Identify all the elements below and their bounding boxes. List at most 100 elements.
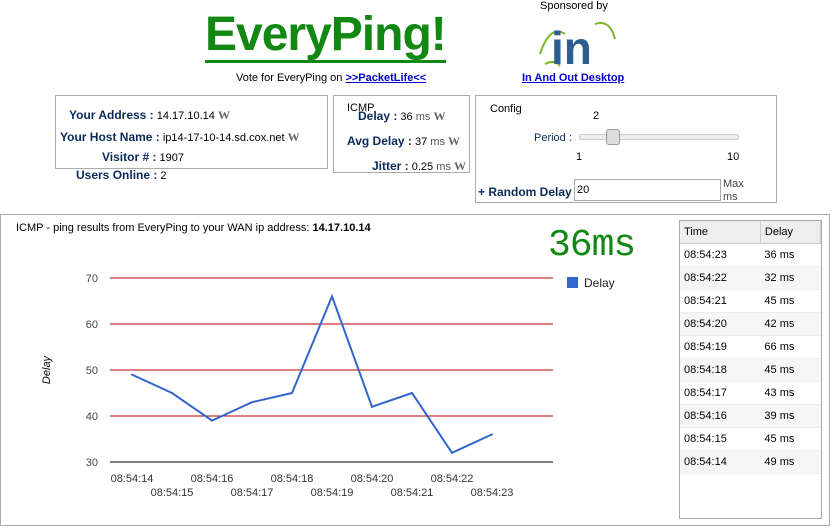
x-tick-label: 08:54:17 bbox=[231, 487, 274, 499]
delay-cell: 45 ms bbox=[760, 358, 821, 382]
host-label: Your Host Name : bbox=[60, 130, 160, 144]
period-value: 2 bbox=[593, 110, 600, 122]
sponsored-by: Sponsored by bbox=[540, 0, 608, 12]
wikipedia-icon[interactable]: W bbox=[448, 134, 460, 148]
table-row: 08:54:23 36 ms bbox=[680, 243, 821, 267]
users-online-value: 2 bbox=[160, 170, 167, 182]
delay-cell: 42 ms bbox=[760, 312, 821, 336]
random-delay-unit: Max ms bbox=[723, 178, 744, 203]
visitor-label: Visitor # : bbox=[102, 150, 157, 164]
vote-label: Vote for EveryPing on bbox=[236, 72, 346, 84]
data-point bbox=[251, 401, 253, 404]
random-delay-label: + Random Delay : bbox=[478, 185, 580, 199]
col-delay: Delay bbox=[760, 221, 822, 244]
icmp-panel: ICMP Delay : 36 ms W Avg Delay : 37 ms W… bbox=[333, 95, 470, 173]
time-cell: 08:54:16 bbox=[680, 404, 761, 428]
period-slider-thumb[interactable] bbox=[605, 129, 620, 145]
jitter-label: Jitter : bbox=[372, 159, 409, 173]
period-slider[interactable] bbox=[579, 129, 739, 145]
avg-delay-value: 37 bbox=[414, 136, 428, 148]
x-tick-label: 08:54:19 bbox=[311, 487, 354, 499]
delay-cell: 49 ms bbox=[760, 450, 821, 474]
sponsor-logo-text: in bbox=[551, 22, 592, 70]
table-row: 08:54:21 45 ms bbox=[680, 289, 821, 313]
data-point bbox=[211, 419, 213, 422]
results-table: Time Delay 08:54:23 36 ms 08:54:22 32 ms 08:5… bbox=[679, 220, 822, 519]
packetlife-link[interactable]: >>PacketLife<< bbox=[345, 72, 426, 84]
sponsor-link[interactable]: In And Out Desktop bbox=[522, 72, 624, 84]
host-value: ip14-17-10-14.sd.cox.net bbox=[162, 132, 285, 144]
data-point bbox=[451, 451, 453, 454]
delay-cell: 66 ms bbox=[760, 335, 821, 359]
x-tick-label: 08:54:18 bbox=[271, 473, 314, 485]
y-tick-label: 40 bbox=[86, 411, 98, 423]
time-cell: 08:54:20 bbox=[680, 312, 761, 336]
x-tick-label: 08:54:16 bbox=[191, 473, 234, 485]
users-online-label: Users Online : bbox=[76, 168, 158, 182]
wikipedia-icon[interactable]: W bbox=[288, 130, 300, 144]
legend-swatch bbox=[567, 277, 578, 288]
data-point bbox=[131, 373, 133, 376]
x-tick-label: 08:54:22 bbox=[431, 473, 474, 485]
data-point bbox=[331, 295, 333, 298]
x-tick-label: 08:54:20 bbox=[351, 473, 394, 485]
wikipedia-icon[interactable]: W bbox=[218, 108, 230, 122]
period-label: Period : bbox=[534, 132, 572, 144]
x-tick-label: 08:54:14 bbox=[111, 473, 154, 485]
delay-cell: 39 ms bbox=[760, 404, 821, 428]
delay-cell: 43 ms bbox=[760, 381, 821, 405]
config-title: Config bbox=[490, 103, 522, 115]
time-cell: 08:54:18 bbox=[680, 358, 761, 382]
x-tick-label: 08:54:21 bbox=[391, 487, 434, 499]
data-point bbox=[371, 405, 373, 408]
time-cell: 08:54:23 bbox=[680, 243, 761, 267]
table-row: 08:54:18 45 ms bbox=[680, 358, 821, 382]
time-cell: 08:54:15 bbox=[680, 427, 761, 451]
data-point bbox=[491, 433, 493, 436]
x-tick-label: 08:54:23 bbox=[471, 487, 514, 499]
y-axis-label: Delay bbox=[41, 354, 53, 384]
avg-delay-unit: ms bbox=[430, 136, 445, 148]
address-value: 14.17.10.14 bbox=[156, 110, 215, 122]
x-tick-label: 08:54:15 bbox=[151, 487, 194, 499]
y-tick-label: 60 bbox=[86, 319, 98, 331]
delay-unit: ms bbox=[415, 111, 431, 123]
data-point bbox=[411, 392, 413, 394]
time-cell: 08:54:17 bbox=[680, 381, 761, 405]
delay-cell: 32 ms bbox=[760, 266, 821, 290]
time-cell: 08:54:19 bbox=[680, 335, 761, 359]
table-row: 08:54:22 32 ms bbox=[680, 266, 821, 290]
y-tick-label: 50 bbox=[86, 365, 98, 377]
config-panel: Config 2 Period : 1 10 + Random Delay : … bbox=[475, 95, 777, 203]
y-tick-label: 30 bbox=[86, 457, 98, 469]
period-max: 10 bbox=[727, 151, 740, 163]
random-delay-input[interactable] bbox=[574, 179, 721, 201]
period-min: 1 bbox=[576, 151, 583, 163]
sponsor-logo[interactable]: in bbox=[535, 14, 620, 70]
data-point bbox=[291, 392, 293, 394]
table-row: 08:54:15 45 ms bbox=[680, 427, 821, 451]
delay-chart: 30 40 50 60 70 08:54:14 08:54:15 08:54:16 08:54:… bbox=[41, 273, 615, 499]
address-label: Your Address : bbox=[69, 108, 154, 122]
time-cell: 08:54:14 bbox=[680, 450, 761, 474]
table-row: 08:54:17 43 ms bbox=[680, 381, 821, 405]
delay-value: 36 bbox=[400, 111, 413, 123]
vote-text: Vote for EveryPing on >>PacketLife<< bbox=[236, 72, 426, 84]
table-row: 08:54:14 49 ms bbox=[680, 450, 821, 474]
time-cell: 08:54:22 bbox=[680, 266, 761, 290]
delay-label: Delay : bbox=[358, 109, 398, 123]
jitter-unit: ms bbox=[436, 161, 451, 173]
jitter-value: 0.25 bbox=[411, 161, 434, 173]
visitor-info-panel: Your Address : 14.17.10.14 W Your Host N… bbox=[55, 95, 328, 169]
legend-label: Delay bbox=[584, 276, 615, 290]
visitor-value: 1907 bbox=[159, 152, 185, 164]
table-row: 08:54:20 42 ms bbox=[680, 312, 821, 336]
data-point bbox=[171, 392, 173, 394]
wikipedia-icon[interactable]: W bbox=[454, 159, 466, 173]
wikipedia-icon[interactable]: W bbox=[433, 109, 445, 123]
col-time: Time bbox=[680, 221, 761, 244]
table-row: 08:54:16 39 ms bbox=[680, 404, 821, 428]
y-tick-label: 70 bbox=[86, 273, 98, 285]
delay-cell: 45 ms bbox=[760, 427, 821, 451]
table-row: 08:54:19 66 ms bbox=[680, 335, 821, 359]
